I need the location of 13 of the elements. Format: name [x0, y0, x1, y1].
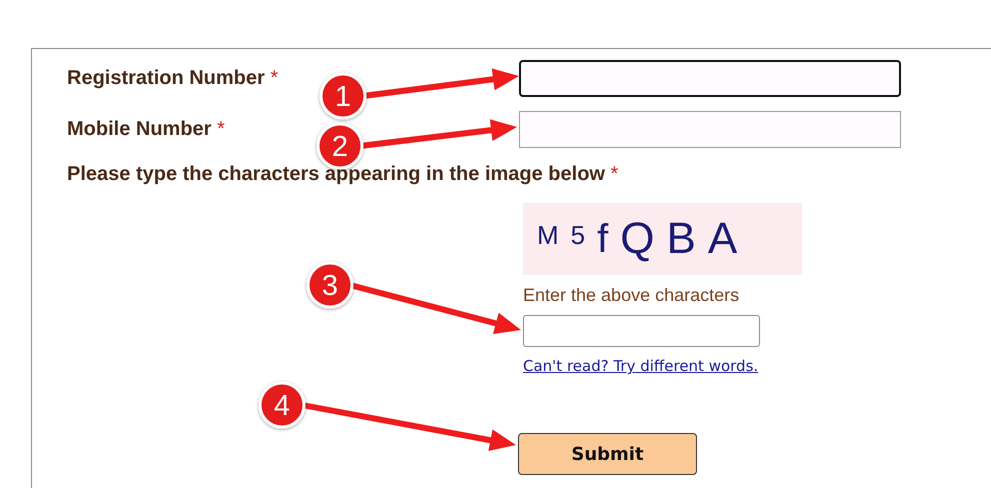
step-badge: 2: [316, 122, 364, 170]
captcha-hint: Enter the above characters: [523, 285, 740, 306]
captcha-input-field[interactable]: [523, 315, 760, 347]
step-badge: 1: [320, 72, 366, 120]
input-field[interactable]: [519, 60, 901, 96]
step-badge: 4: [258, 382, 306, 428]
input-field[interactable]: [519, 110, 901, 148]
captcha-image: M 5 f Q B A: [523, 203, 802, 275]
refresh-captcha-link[interactable]: Can't read? Try different words.: [523, 357, 758, 375]
step-badge: 3: [306, 262, 354, 308]
field-label: Registration Number *: [67, 66, 278, 90]
field-label: Mobile Number *: [67, 118, 225, 140]
submit-button[interactable]: Submit: [518, 433, 697, 475]
